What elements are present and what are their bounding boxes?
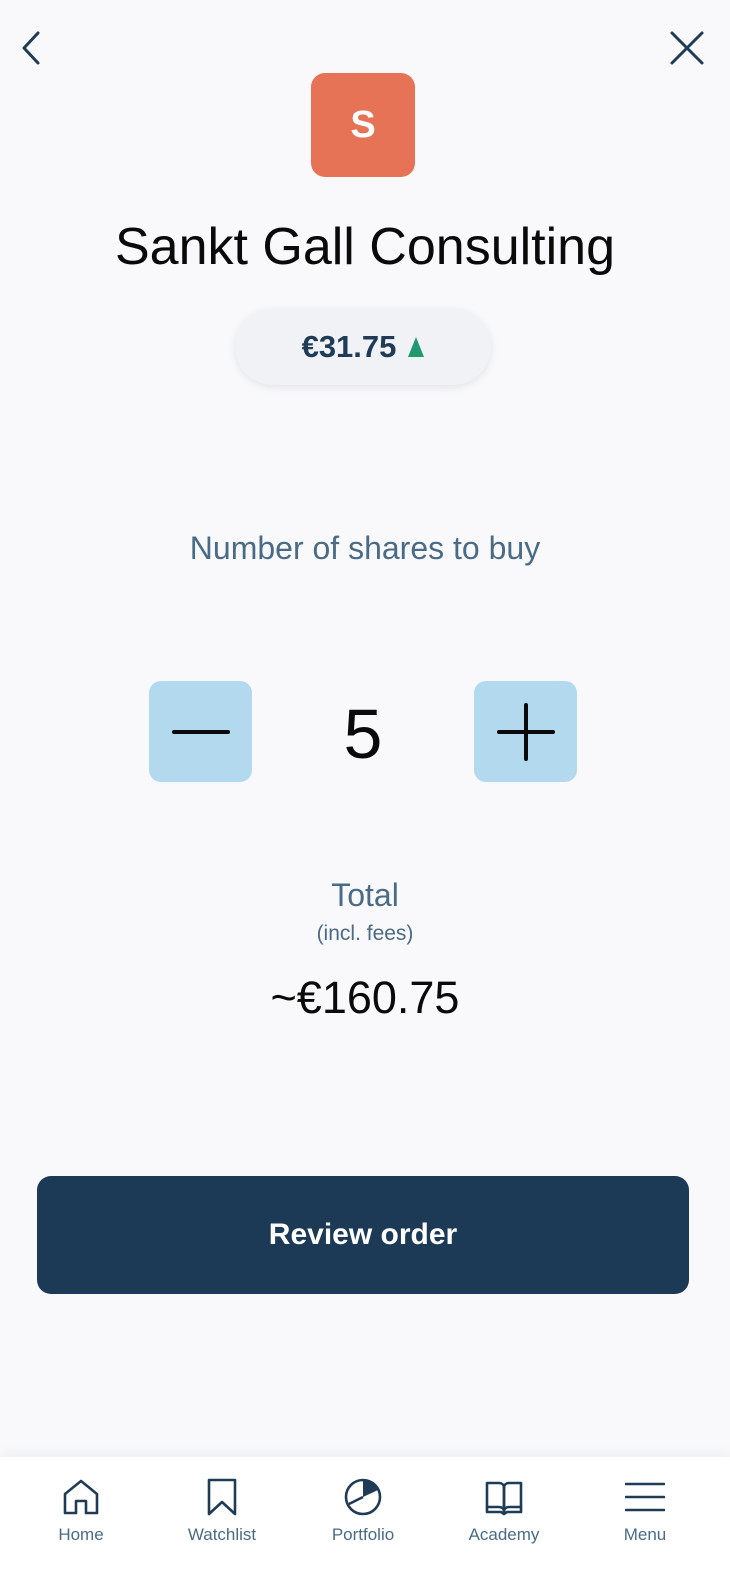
- close-button[interactable]: [665, 26, 709, 70]
- total-label: Total: [331, 877, 399, 913]
- review-order-button[interactable]: Review order: [37, 1176, 689, 1294]
- nav-label-menu: Menu: [623, 1525, 667, 1544]
- home-icon: [63, 1479, 99, 1515]
- nav-item-watchlist[interactable]: Watchlist: [162, 1457, 282, 1575]
- nav-label-portfolio: Portfolio: [331, 1525, 395, 1544]
- company-logo-letter: S: [350, 103, 376, 146]
- company-name: Sankt Gall Consulting: [114, 218, 616, 276]
- book-icon: [485, 1481, 523, 1516]
- nav-label-academy: Academy: [468, 1525, 540, 1544]
- pie-chart-icon: [344, 1478, 382, 1516]
- back-button[interactable]: [10, 26, 54, 70]
- company-logo: S: [311, 73, 415, 177]
- chevron-left-icon: [22, 31, 40, 65]
- nav-label-watchlist: Watchlist: [187, 1525, 257, 1544]
- nav-item-portfolio[interactable]: Portfolio: [303, 1457, 423, 1575]
- close-icon: [670, 31, 704, 65]
- quantity-value: 5: [343, 695, 383, 773]
- bookmark-icon: [207, 1478, 237, 1516]
- nav-item-menu[interactable]: Menu: [585, 1457, 705, 1575]
- nav-item-academy[interactable]: Academy: [444, 1457, 564, 1575]
- decrease-button[interactable]: [149, 681, 252, 782]
- nav-label-home: Home: [58, 1525, 104, 1544]
- hamburger-menu-icon: [625, 1482, 665, 1512]
- review-order-label: Review order: [268, 1218, 458, 1251]
- total-value: ~€160.75: [270, 972, 460, 1023]
- bottom-navigation: Home Watchlist Portfolio Academy Menu: [0, 1457, 730, 1575]
- price-value: €31.75: [301, 329, 397, 364]
- quantity-stepper: 5: [0, 681, 730, 783]
- minus-icon: [171, 729, 230, 734]
- price-badge: €31.75: [235, 309, 491, 385]
- nav-item-home[interactable]: Home: [21, 1457, 141, 1575]
- plus-icon: [496, 702, 555, 761]
- increase-button[interactable]: [474, 681, 577, 782]
- trend-up-icon: [408, 337, 425, 357]
- fees-note: (incl. fees): [316, 922, 414, 945]
- shares-label: Number of shares to buy: [189, 530, 541, 566]
